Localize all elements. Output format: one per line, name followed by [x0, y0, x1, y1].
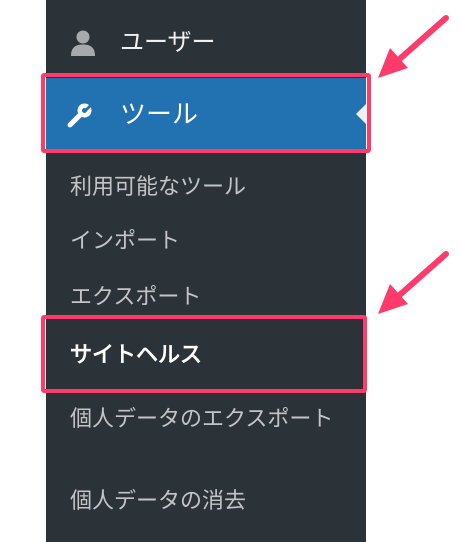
- submenu-item-export-personal-data[interactable]: 個人データのエクスポート: [70, 398, 350, 442]
- arrow-pointing-to-site-health: [378, 251, 449, 314]
- arrow-pointing-to-tools: [378, 15, 449, 78]
- submenu-item-erase-personal-data[interactable]: 個人データの消去: [70, 488, 246, 516]
- highlight-box-tools: [41, 73, 371, 153]
- submenu-item-export[interactable]: エクスポート: [70, 284, 201, 312]
- menu-item-users[interactable]: ユーザー: [46, 12, 366, 72]
- submenu-item-import[interactable]: インポート: [70, 228, 180, 256]
- menu-item-users-label: ユーザー: [120, 28, 216, 56]
- submenu-item-available-tools[interactable]: 利用可能なツール: [70, 174, 246, 202]
- highlight-box-site-health: [41, 315, 367, 393]
- user-icon: [71, 30, 95, 56]
